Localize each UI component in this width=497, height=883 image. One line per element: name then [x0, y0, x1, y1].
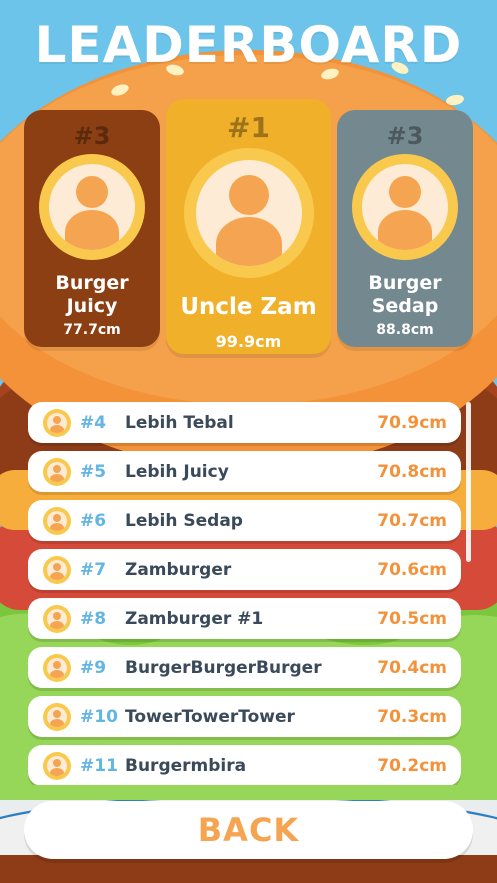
list-score: 70.4cm [377, 658, 447, 678]
list-rank: #4 [80, 413, 107, 433]
list-rank: #9 [80, 658, 107, 678]
list-rank: #10 [80, 707, 118, 727]
avatar-icon [43, 654, 71, 682]
podium-score: 77.7cm [63, 321, 121, 338]
avatar-icon [43, 458, 71, 486]
list-scrollbar[interactable] [466, 402, 471, 562]
avatar-icon [43, 703, 71, 731]
list-score: 70.2cm [377, 756, 447, 776]
podium-name: Burger Juicy [24, 272, 160, 318]
list-item[interactable]: #7 Zamburger 70.6cm [28, 549, 461, 590]
list-rank: #11 [80, 756, 118, 776]
list-name: Zamburger #1 [125, 609, 264, 629]
podium-card-left[interactable]: #3 Burger Juicy 77.7cm [24, 110, 160, 347]
list-score: 70.6cm [377, 560, 447, 580]
list-rank: #6 [80, 511, 107, 531]
list-score: 70.3cm [377, 707, 447, 727]
avatar-icon [43, 605, 71, 633]
list-item[interactable]: #10 TowerTowerTower 70.3cm [28, 696, 461, 737]
podium-rank: #3 [73, 122, 111, 150]
podium-score: 99.9cm [215, 331, 282, 351]
list-name: Lebih Juicy [125, 462, 229, 482]
list-score: 70.7cm [377, 511, 447, 531]
avatar-icon [43, 556, 71, 584]
list-name: BurgerBurgerBurger [125, 658, 322, 678]
list-item[interactable]: #9 BurgerBurgerBurger 70.4cm [28, 647, 461, 688]
back-button[interactable]: BACK [24, 801, 473, 859]
podium-name-line1: Burger [55, 272, 129, 294]
avatar [352, 154, 458, 260]
avatar-icon [43, 409, 71, 437]
avatar-icon [43, 507, 71, 535]
podium-name: Uncle Zam [180, 294, 317, 320]
list-item[interactable]: #5 Lebih Juicy 70.8cm [28, 451, 461, 492]
podium-score: 88.8cm [376, 321, 434, 338]
list-score: 70.9cm [377, 413, 447, 433]
list-rank: #7 [80, 560, 107, 580]
list-item[interactable]: #8 Zamburger #1 70.5cm [28, 598, 461, 639]
podium-name-line2: Sedap [371, 294, 439, 317]
avatar [183, 148, 314, 278]
user-icon [389, 176, 421, 208]
podium-rank: #3 [386, 122, 424, 150]
user-icon [228, 175, 269, 215]
list-score: 70.8cm [377, 462, 447, 482]
podium-name: Burger Sedap [337, 272, 473, 318]
user-icon [76, 176, 108, 208]
page-title: LEADERBOARD [34, 16, 463, 74]
list-name: Zamburger [125, 560, 232, 580]
list-name: Burgermbira [125, 756, 247, 776]
list-score: 70.5cm [377, 609, 447, 629]
list-item[interactable]: #4 Lebih Tebal 70.9cm [28, 402, 461, 443]
podium-card-right[interactable]: #3 Burger Sedap 88.8cm [337, 110, 473, 347]
avatar [39, 154, 145, 260]
leaderboard-list[interactable]: #4 Lebih Tebal 70.9cm #5 Lebih Juicy 70.… [28, 401, 462, 785]
avatar-icon [43, 752, 71, 780]
list-name: Lebih Tebal [125, 413, 234, 433]
list-rank: #5 [80, 462, 107, 482]
list-name: Lebih Sedap [125, 511, 243, 531]
podium-name-line1: Burger [368, 272, 442, 294]
list-item[interactable]: #11 Burgermbira 70.2cm [28, 745, 461, 785]
podium-card-center[interactable]: #1 Uncle Zam 99.9cm [166, 99, 331, 354]
podium-name-line2: Juicy [66, 294, 118, 317]
list-name: TowerTowerTower [125, 707, 295, 727]
list-item[interactable]: #6 Lebih Sedap 70.7cm [28, 500, 461, 541]
list-rank: #8 [80, 609, 107, 629]
podium-rank: #1 [227, 111, 270, 144]
